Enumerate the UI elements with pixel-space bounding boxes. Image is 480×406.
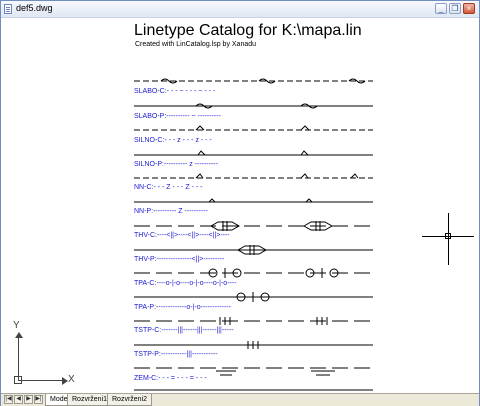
peak-symbol (300, 150, 309, 156)
window-controls: _ ❐ × (435, 3, 475, 14)
ucs-x-label: X (68, 374, 75, 385)
tab-rozvrzeni2[interactable]: Rozvrženi2 (107, 394, 153, 406)
linetype-label-zem-c: ZEM-C:- - - = - - - = - - - (134, 375, 207, 382)
drawing-canvas[interactable]: Linetype Catalog for K:\mapa.lin Created… (1, 18, 479, 393)
peak-symbol (195, 125, 205, 131)
peak-symbol (197, 150, 206, 156)
linetype-samples (134, 78, 373, 391)
document-icon (4, 4, 12, 14)
first-tab-button[interactable]: |◀ (4, 395, 13, 404)
ucs-x-axis-icon (18, 380, 64, 381)
window-title: def5.dwg (16, 3, 53, 13)
linetype-label-nn-c: NN-C:- - - Z - - - Z - - - (134, 184, 203, 191)
crosshair-cursor-icon (448, 213, 449, 265)
linetype-label-thv-p: THV-P:---------------<||>--------- (134, 256, 225, 263)
linetype-label-tpa-p: TPA-P:-------------o-|-o------------- (134, 304, 231, 311)
linetype-label-tpa-c: TPA-C:----o-|-o----o-|-o----o-|-o---- (134, 280, 237, 287)
linetype-label-silno-c: SILNO-C:- - - z - - - z - - - (134, 137, 212, 144)
z-symbol (350, 173, 359, 179)
restore-button[interactable]: ❐ (449, 3, 461, 14)
pickbox-icon (445, 233, 451, 239)
close-button[interactable]: × (463, 3, 475, 14)
linetype-label-thv-c: THV-C:----<||>----<||>----<||>---- (134, 232, 230, 239)
z-symbol (195, 173, 204, 179)
linetype-label-silno-p: SILNO-P:---------- z ---------- (134, 161, 218, 168)
linetype-label-slabo-c: SLABO-C:- - - ~ - - - ~ - - - (134, 88, 216, 95)
title-bar[interactable]: def5.dwg _ ❐ × (1, 1, 479, 18)
ucs-y-label: Y (13, 320, 20, 331)
linetype-label-slabo-p: SLABO-P:---------- ~ ---------- (134, 113, 221, 120)
ucs-y-axis-icon (18, 335, 19, 381)
next-tab-button[interactable]: ▶ (24, 395, 33, 404)
drawing-window: def5.dwg _ ❐ × Linetype Catalog for K:\m… (0, 0, 480, 406)
layout-tab-bar: |◀ ◀ ▶ ▶| Model Rozvrženi1 Rozvrženi2 (1, 393, 479, 406)
ucs-origin-icon (14, 376, 22, 384)
z-symbol (300, 173, 309, 179)
linetype-label-tstp-p: TSTP-P:-----------|||----------- (134, 351, 218, 358)
tab-rozvrzeni1[interactable]: Rozvrženi1 (67, 394, 113, 406)
prev-tab-button[interactable]: ◀ (14, 395, 23, 404)
ucs-y-arrow-icon (15, 332, 23, 338)
last-tab-button[interactable]: ▶| (34, 395, 43, 404)
linetype-label-nn-p: NN-P:---------- Z ---------- (134, 208, 208, 215)
peak-symbol (300, 125, 310, 131)
linetype-label-tstp-c: TSTP-C:-------|||------|||------|||----- (134, 327, 234, 334)
minimize-button[interactable]: _ (435, 3, 447, 14)
